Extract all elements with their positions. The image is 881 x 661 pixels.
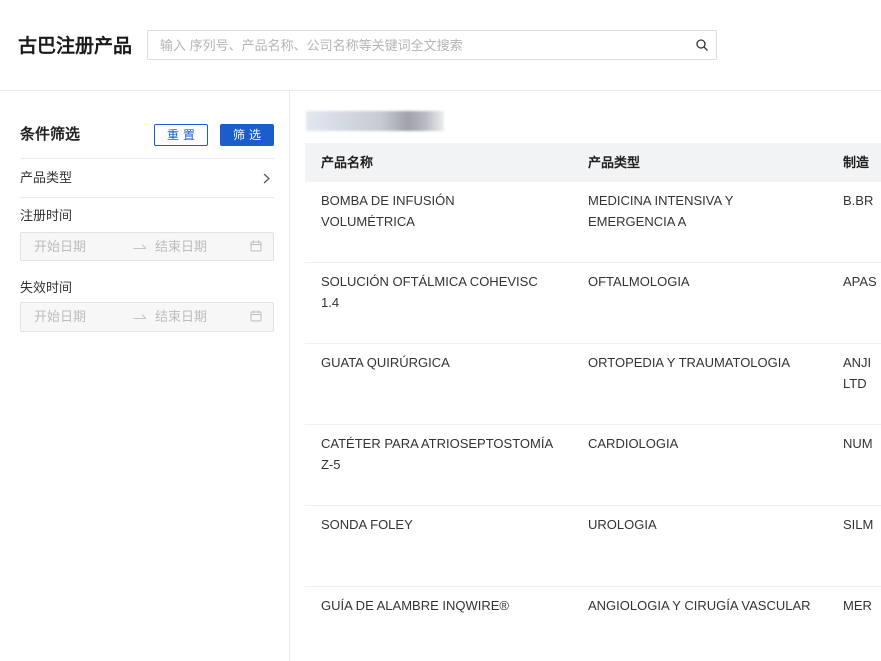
expiry-date-label: 失效时间	[20, 280, 73, 295]
search-input[interactable]	[160, 31, 690, 59]
filter-button[interactable]: 筛选	[220, 124, 274, 146]
product-type-cell: CARDIOLOGIA	[588, 436, 679, 451]
search-box[interactable]	[147, 30, 717, 60]
registration-start-date-input[interactable]	[34, 233, 124, 260]
calendar-icon	[250, 240, 262, 252]
app-title: 古巴注册产品	[18, 36, 133, 57]
product-name-cell: GUATA QUIRÚRGICA	[321, 355, 450, 370]
registration-date-label: 注册时间	[20, 208, 73, 223]
column-header-product-type: 产品类型	[588, 155, 641, 170]
product-type-cell: MEDICINA INTENSIVA Y EMERGENCIA A	[588, 193, 734, 229]
manufacturer-cell: NUM	[843, 436, 873, 451]
registration-end-date-input[interactable]	[155, 233, 245, 260]
chevron-right-icon	[263, 173, 270, 184]
search-icon[interactable]	[696, 39, 708, 51]
product-name-cell: SOLUCIÓN OFTÁLMICA COHEVISC 1.4	[321, 274, 538, 310]
results-panel: 产品名称 产品类型 制造 BOMBA DE INFUSIÓN VOLUMÉTRI…	[290, 91, 881, 661]
filter-panel-title: 条件筛选	[20, 126, 81, 143]
reset-button[interactable]: 重置	[154, 124, 208, 146]
manufacturer-cell: SILM	[843, 517, 874, 532]
product-name-cell: GUÍA DE ALAMBRE INQWIRE®	[321, 598, 510, 613]
manufacturer-cell: APAS	[843, 274, 877, 289]
table-row[interactable]: GUÍA DE ALAMBRE INQWIRE® ANGIOLOGIA Y CI…	[305, 587, 881, 661]
table-row[interactable]: CATÉTER PARA ATRIOSEPTOSTOMÍA Z-5 CARDIO…	[305, 425, 881, 506]
arrow-right-icon	[133, 314, 147, 319]
manufacturer-cell: B.BR	[843, 193, 874, 208]
table-header: 产品名称 产品类型 制造	[305, 143, 881, 182]
blurred-result-summary	[306, 111, 444, 131]
product-type-cell: UROLOGIA	[588, 517, 657, 532]
table-row[interactable]: SONDA FOLEY UROLOGIA SILM	[305, 506, 881, 587]
product-type-cell: ORTOPEDIA Y TRAUMATOLOGIA	[588, 355, 791, 370]
product-type-cell: OFTALMOLOGIA	[588, 274, 690, 289]
divider	[20, 197, 274, 198]
product-name-cell: SONDA FOLEY	[321, 517, 413, 532]
column-header-product-name: 产品名称	[321, 155, 374, 170]
product-type-label: 产品类型	[20, 170, 73, 185]
product-type-cell: ANGIOLOGIA Y CIRUGÍA VASCULAR	[588, 598, 811, 613]
table-row[interactable]: SOLUCIÓN OFTÁLMICA COHEVISC 1.4 OFTALMOL…	[305, 263, 881, 344]
manufacturer-cell: ANJI LTD	[843, 355, 872, 391]
table-row[interactable]: BOMBA DE INFUSIÓN VOLUMÉTRICA MEDICINA I…	[305, 182, 881, 263]
product-type-filter[interactable]: 产品类型	[20, 159, 274, 197]
table-row[interactable]: GUATA QUIRÚRGICA ORTOPEDIA Y TRAUMATOLOG…	[305, 344, 881, 425]
expiry-date-range[interactable]	[20, 302, 274, 332]
column-header-manufacturer: 制造	[843, 155, 870, 170]
expiry-start-date-input[interactable]	[34, 303, 124, 330]
product-table: 产品名称 产品类型 制造 BOMBA DE INFUSIÓN VOLUMÉTRI…	[305, 143, 881, 661]
expiry-end-date-input[interactable]	[155, 303, 245, 330]
calendar-icon	[250, 310, 262, 322]
filter-sidebar: 条件筛选 重置 筛选 产品类型 注册时间 失效时间	[0, 91, 290, 661]
product-name-cell: BOMBA DE INFUSIÓN VOLUMÉTRICA	[321, 193, 455, 229]
manufacturer-cell: MER	[843, 598, 872, 613]
top-header: 古巴注册产品	[0, 0, 881, 91]
product-name-cell: CATÉTER PARA ATRIOSEPTOSTOMÍA Z-5	[321, 436, 554, 472]
arrow-right-icon	[133, 244, 147, 249]
registration-date-range[interactable]	[20, 232, 274, 261]
